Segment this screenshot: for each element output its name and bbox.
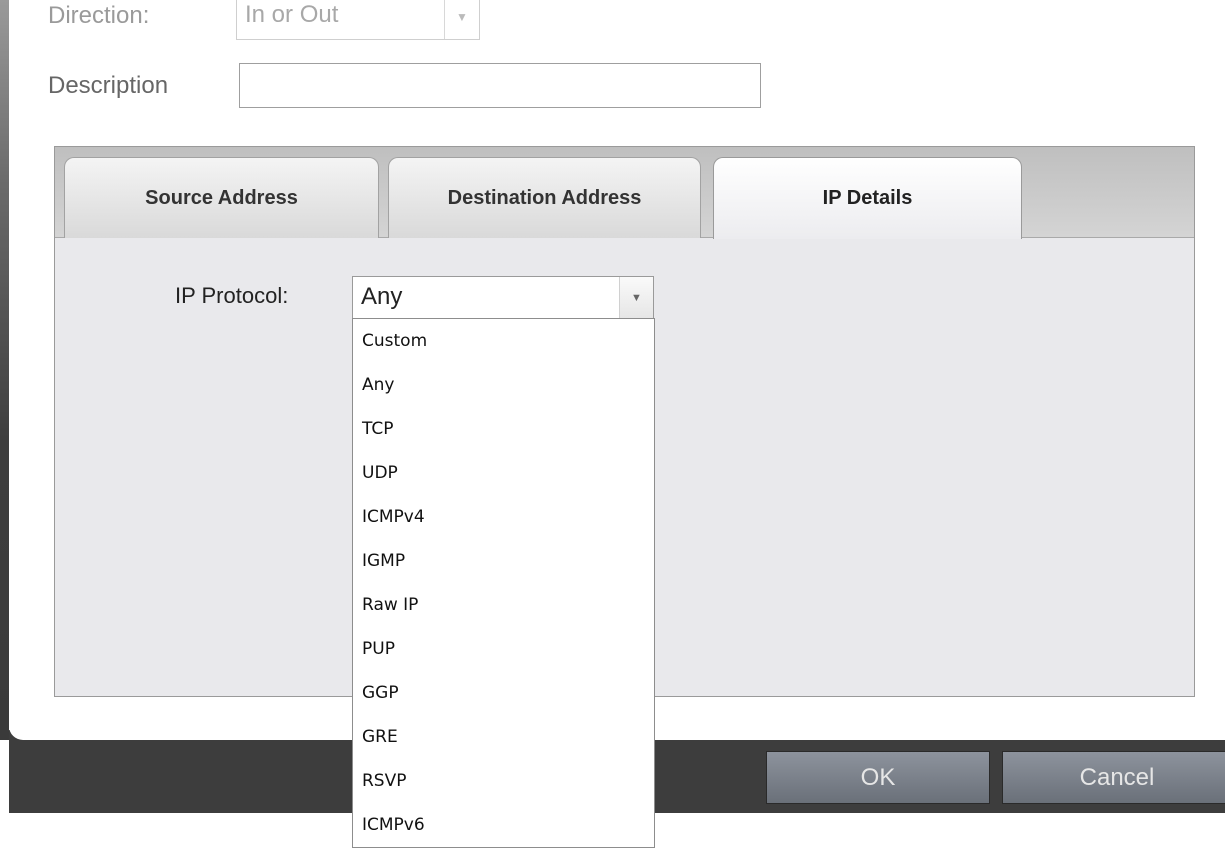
- dropdown-option-raw-ip[interactable]: Raw IP: [353, 583, 654, 627]
- ok-button[interactable]: OK: [766, 751, 990, 804]
- cancel-button[interactable]: Cancel: [1002, 751, 1225, 804]
- tab-destination-address[interactable]: Destination Address: [388, 157, 701, 238]
- dropdown-option-pup[interactable]: PUP: [353, 627, 654, 671]
- dropdown-option-rsvp[interactable]: RSVP: [353, 759, 654, 803]
- ip-protocol-value: Any: [361, 283, 403, 310]
- dropdown-option-ggp[interactable]: GGP: [353, 671, 654, 715]
- description-input[interactable]: [239, 63, 761, 108]
- tab-source-address[interactable]: Source Address: [64, 157, 379, 238]
- description-label: Description: [48, 72, 169, 99]
- dropdown-option-any[interactable]: Any: [353, 363, 654, 407]
- window-left-edge: [0, 0, 9, 740]
- dropdown-option-icmpv4[interactable]: ICMPv4: [353, 495, 654, 539]
- tab-ip-details[interactable]: IP Details: [713, 157, 1022, 239]
- dropdown-option-udp[interactable]: UDP: [353, 451, 654, 495]
- ip-protocol-dropdown-list: Custom Any TCP UDP ICMPv4 IGMP Raw IP PU…: [352, 318, 655, 848]
- dropdown-option-custom[interactable]: Custom: [353, 319, 654, 363]
- dropdown-option-tcp[interactable]: TCP: [353, 407, 654, 451]
- dropdown-option-gre[interactable]: GRE: [353, 715, 654, 759]
- dropdown-option-icmpv6[interactable]: ICMPv6: [353, 803, 654, 847]
- direction-value: In or Out: [245, 1, 339, 28]
- direction-select[interactable]: In or Out ▼: [236, 0, 480, 40]
- dropdown-option-igmp[interactable]: IGMP: [353, 539, 654, 583]
- chevron-down-icon[interactable]: ▼: [619, 277, 653, 318]
- chevron-down-icon[interactable]: ▼: [444, 0, 479, 39]
- ip-protocol-select[interactable]: Any ▼: [352, 276, 654, 319]
- ip-protocol-label: IP Protocol:: [175, 283, 289, 308]
- direction-label: Direction:: [48, 2, 150, 29]
